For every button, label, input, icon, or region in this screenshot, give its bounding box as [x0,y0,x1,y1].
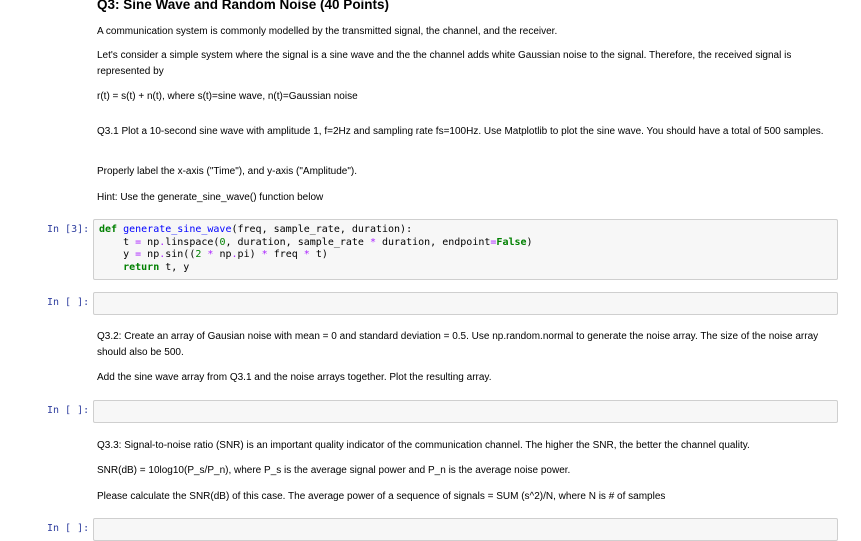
q32-add-instruction: Add the sine wave array from Q3.1 and th… [97,372,492,383]
q33-text: Q3.3: Signal-to-noise ratio (SNR) is an … [97,440,750,451]
empty-code-cell[interactable] [93,292,838,315]
system-description: Let's consider a simple system where the… [97,50,792,77]
q32-text: Q3.2: Create an array of Gausian noise w… [97,331,819,358]
q31-text: Q3.1 Plot a 10-second sine wave with amp… [97,126,824,137]
cell-prompt: In [ ]: [47,297,90,308]
question-title: Q3: Sine Wave and Random Noise (40 Point… [97,0,390,12]
q33-calculation: Please calculate the SNR(dB) of this cas… [97,491,666,502]
cell-prompt: In [ ]: [47,523,90,534]
empty-code-cell[interactable] [93,400,838,423]
empty-code-cell[interactable] [93,518,838,541]
q33-formula: SNR(dB) = 10log10(P_s/P_n), where P_s is… [97,465,571,476]
intro-text: A communication system is commonly model… [97,26,558,37]
code-block[interactable]: def generate_sine_wave(freq, sample_rate… [94,220,837,274]
cell-prompt: In [3]: [47,224,90,235]
q31-label-instruction: Properly label the x-axis ("Time"), and … [97,166,358,177]
q31-hint: Hint: Use the generate_sine_wave() funct… [97,192,324,203]
equation-text: r(t) = s(t) + n(t), where s(t)=sine wave… [97,91,358,102]
cell-prompt: In [ ]: [47,405,90,416]
code-cell-generate-sine-wave[interactable]: def generate_sine_wave(freq, sample_rate… [93,219,838,280]
